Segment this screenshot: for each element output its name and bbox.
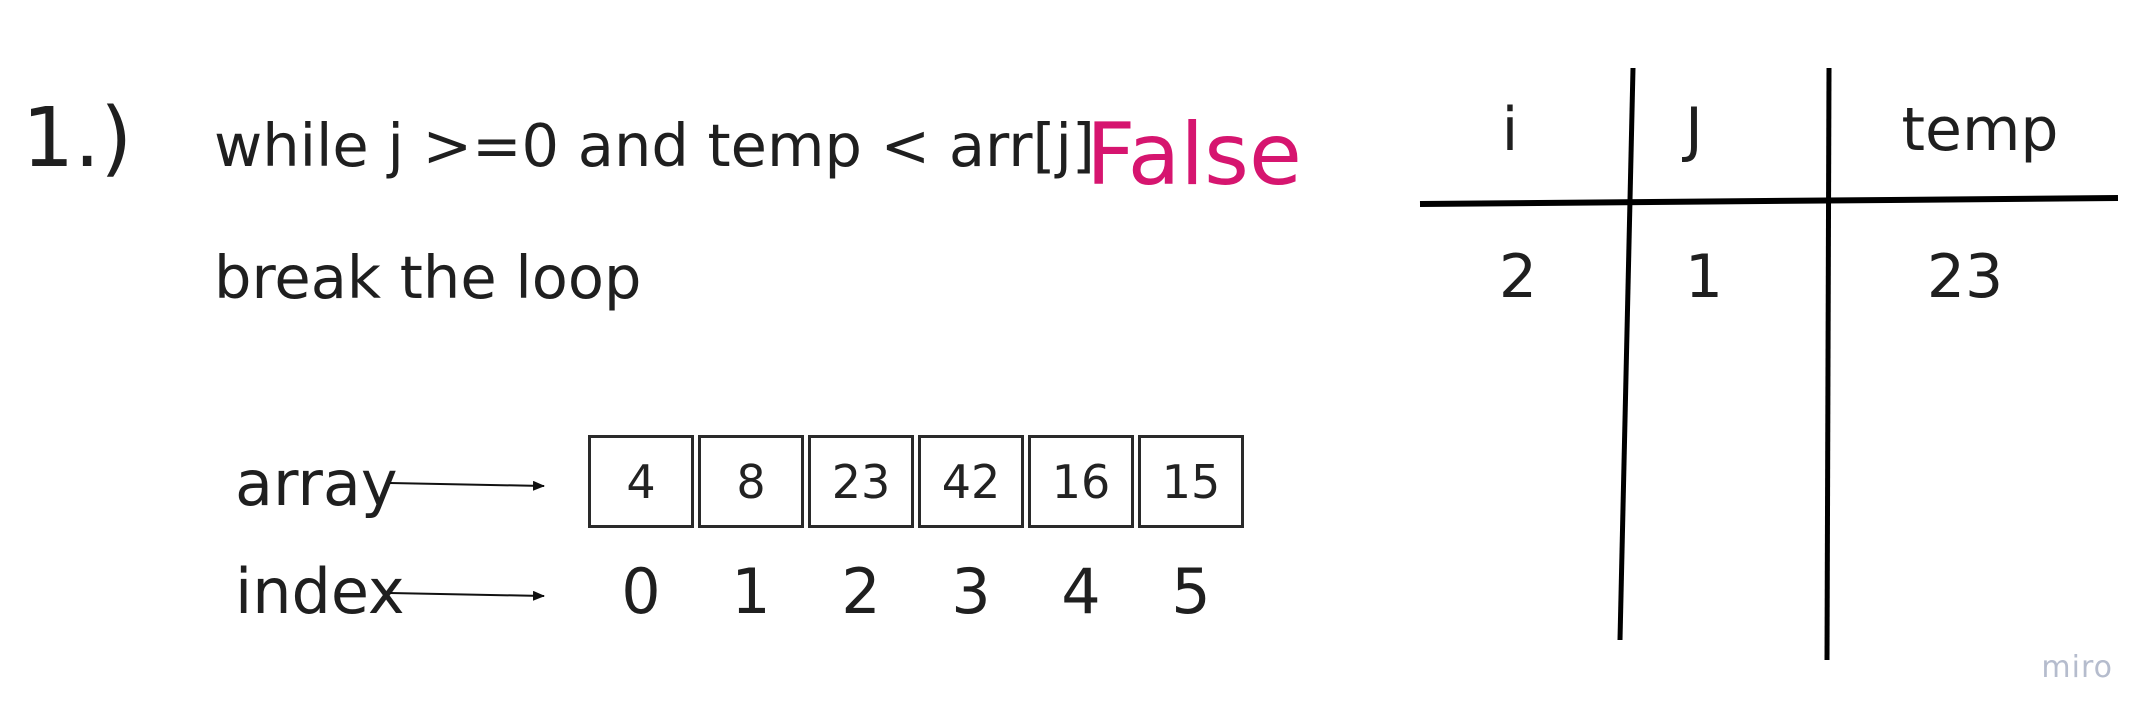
index-value: 3 bbox=[951, 555, 991, 628]
table-cell-temp: 23 bbox=[1926, 242, 2004, 312]
index-row: 0 1 2 3 4 5 bbox=[588, 556, 1244, 628]
array-cell: 23 bbox=[808, 435, 914, 528]
step-number: 1.) bbox=[22, 91, 133, 186]
index-value: 1 bbox=[731, 555, 771, 628]
array-cell: 8 bbox=[698, 435, 804, 528]
array-arrow bbox=[389, 480, 545, 491]
loop-condition: while j >=0 and temp < arr[j] bbox=[214, 111, 1095, 180]
table-header-temp: temp bbox=[1901, 95, 2059, 165]
table-cell-i: 2 bbox=[1498, 242, 1538, 312]
table-cell-j: 1 bbox=[1684, 242, 1724, 312]
index-value: 0 bbox=[621, 555, 661, 628]
array-cell: 42 bbox=[918, 435, 1024, 528]
loop-action: break the loop bbox=[214, 243, 642, 312]
table-header-i: i bbox=[1501, 95, 1519, 165]
index-arrow bbox=[389, 590, 545, 601]
array-label: array bbox=[235, 447, 398, 520]
index-label: index bbox=[235, 555, 405, 628]
array-cell: 15 bbox=[1138, 435, 1244, 528]
condition-result: False bbox=[1086, 105, 1302, 205]
array-cell: 4 bbox=[588, 435, 694, 528]
table-header-divider bbox=[1419, 195, 2119, 207]
index-value: 5 bbox=[1171, 555, 1211, 628]
index-value: 4 bbox=[1061, 555, 1101, 628]
index-value: 2 bbox=[841, 555, 881, 628]
table-header-j: J bbox=[1685, 95, 1703, 165]
array-cells: 4 8 23 42 16 15 bbox=[588, 435, 1244, 528]
table-column-divider-2 bbox=[1824, 67, 1832, 661]
miro-watermark: miro bbox=[2041, 650, 2113, 685]
array-cell: 16 bbox=[1028, 435, 1134, 528]
